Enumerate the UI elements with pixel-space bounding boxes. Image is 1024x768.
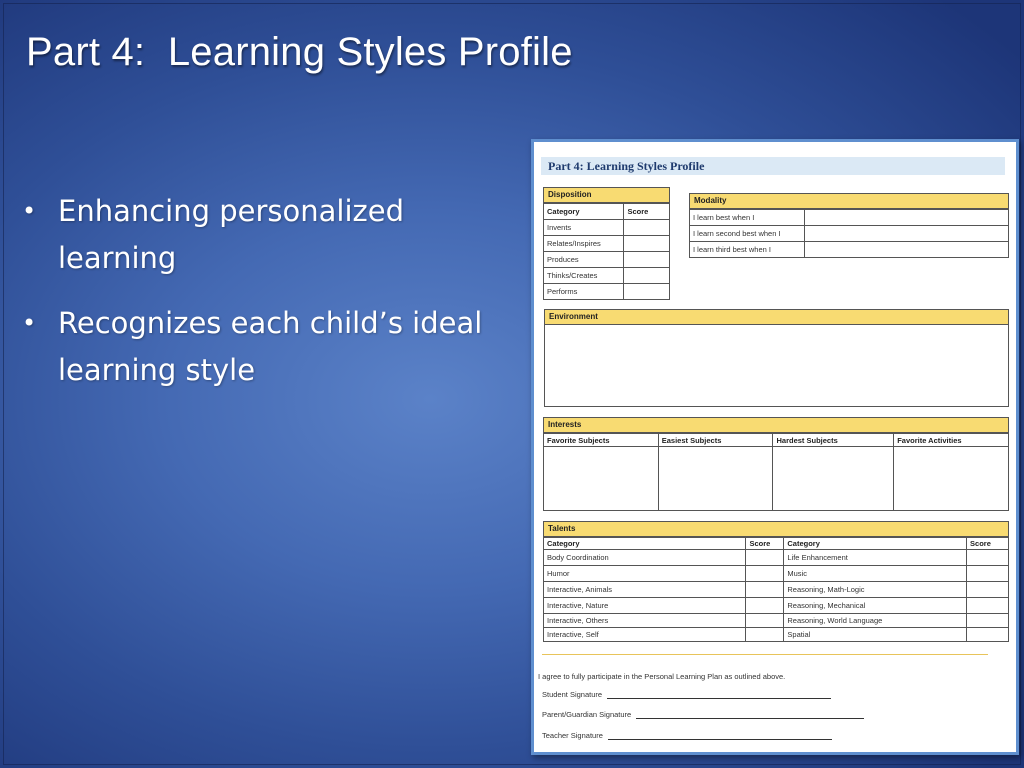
- bullet-item: • Recognizes each child’s ideal learning …: [22, 300, 527, 394]
- disposition-category-heading: Category: [542, 203, 625, 220]
- bullet-list: • Enhancing personalized learning • Recogn…: [22, 188, 527, 412]
- teacher-signature-row: Teacher Signature: [542, 731, 832, 740]
- student-signature-row: Student Signature: [542, 690, 832, 699]
- talent-score-cell: [745, 581, 785, 598]
- disposition-row-label: Thinks/Creates: [542, 267, 625, 284]
- talent-score-cell: [745, 549, 785, 566]
- talent-label: Reasoning, World Language: [783, 613, 968, 628]
- section-divider: [542, 654, 988, 655]
- modality-table: I learn best when I I learn second best …: [689, 209, 1010, 258]
- form-title: Part 4: Learning Styles Profile: [541, 157, 1005, 175]
- disposition-score-cell: [623, 283, 670, 300]
- disposition-score-cell: [623, 219, 670, 236]
- interests-column-heading: Easiest Subjects: [657, 433, 774, 447]
- environment-box: [544, 324, 1009, 407]
- student-signature-line: [607, 690, 832, 699]
- disposition-row-label: Relates/Inspires: [542, 235, 625, 252]
- talent-label: Music: [783, 565, 968, 582]
- disposition-score-cell: [623, 267, 670, 284]
- modality-row-label: I learn second best when I: [689, 225, 805, 242]
- talents-score-heading: Score: [745, 537, 785, 550]
- talent-score-cell: [966, 549, 1009, 566]
- disposition-score-cell: [623, 235, 670, 252]
- learning-styles-form-image: Part 4: Learning Styles Profile Disposit…: [531, 139, 1019, 755]
- teacher-signature-line: [607, 731, 832, 740]
- student-signature-label: Student Signature: [542, 690, 603, 699]
- talent-label: Spatial: [783, 627, 968, 642]
- bullet-icon: •: [22, 309, 37, 337]
- talent-label: Interactive, Self: [542, 627, 747, 642]
- bullet-icon: •: [22, 197, 37, 225]
- talent-label: Interactive, Others: [542, 613, 747, 628]
- modality-answer-cell: [803, 225, 1010, 242]
- parent-signature-row: Parent/Guardian Signature: [542, 710, 865, 719]
- talent-label: Body Coordination: [542, 549, 747, 566]
- talent-score-cell: [966, 627, 1009, 642]
- talent-score-cell: [745, 627, 785, 642]
- slide-title: Part 4: Learning Styles Profile: [26, 30, 573, 74]
- talent-label: Interactive, Nature: [542, 597, 747, 614]
- interests-table: Favorite Subjects Easiest Subjects Harde…: [543, 433, 1009, 511]
- disposition-table: Category Score Invents Relates/Inspires P…: [542, 203, 670, 300]
- disposition-row-label: Invents: [542, 219, 625, 236]
- talent-score-cell: [966, 597, 1009, 614]
- interests-cell: [543, 446, 659, 511]
- parent-signature-label: Parent/Guardian Signature: [542, 710, 632, 719]
- modality-header: Modality: [689, 193, 1009, 209]
- bullet-item: • Enhancing personalized learning: [22, 188, 527, 282]
- modality-answer-cell: [803, 241, 1010, 258]
- talent-label: Interactive, Animals: [542, 581, 747, 598]
- talents-score-heading: Score: [966, 537, 1009, 550]
- disposition-row-label: Performs: [542, 283, 625, 300]
- disposition-score-heading: Score: [623, 203, 670, 220]
- bullet-text: Recognizes each child’s ideal learning s…: [58, 306, 483, 387]
- talents-category-heading: Category: [542, 537, 747, 550]
- modality-row-label: I learn third best when I: [689, 241, 805, 258]
- agreement-text: I agree to fully participate in the Pers…: [538, 672, 786, 681]
- interests-column-heading: Favorite Activities: [893, 433, 1009, 447]
- talent-score-cell: [745, 597, 785, 614]
- talent-score-cell: [966, 581, 1009, 598]
- bullet-text: Enhancing personalized learning: [58, 194, 405, 275]
- environment-header: Environment: [544, 309, 1009, 325]
- interests-cell: [893, 446, 1009, 511]
- disposition-row-label: Produces: [542, 251, 625, 268]
- talents-header: Talents: [543, 521, 1009, 537]
- disposition-score-cell: [623, 251, 670, 268]
- talent-score-cell: [745, 613, 785, 628]
- talent-label: Reasoning, Math-Logic: [783, 581, 968, 598]
- modality-answer-cell: [803, 209, 1010, 226]
- interests-column-heading: Hardest Subjects: [772, 433, 895, 447]
- parent-signature-line: [636, 710, 865, 719]
- interests-header: Interests: [543, 417, 1009, 433]
- talent-label: Reasoning, Mechanical: [783, 597, 968, 614]
- modality-row-label: I learn best when I: [689, 209, 805, 226]
- interests-cell: [657, 446, 774, 511]
- talent-score-cell: [966, 565, 1009, 582]
- disposition-header: Disposition: [543, 187, 670, 203]
- teacher-signature-label: Teacher Signature: [542, 731, 603, 740]
- talents-category-heading: Category: [783, 537, 968, 550]
- talent-label: Humor: [542, 565, 747, 582]
- talent-score-cell: [745, 565, 785, 582]
- talents-table: Category Score Category Score Body Coord…: [542, 537, 1009, 642]
- talent-score-cell: [966, 613, 1009, 628]
- interests-column-heading: Favorite Subjects: [543, 433, 659, 447]
- interests-cell: [772, 446, 895, 511]
- talent-label: Life Enhancement: [783, 549, 968, 566]
